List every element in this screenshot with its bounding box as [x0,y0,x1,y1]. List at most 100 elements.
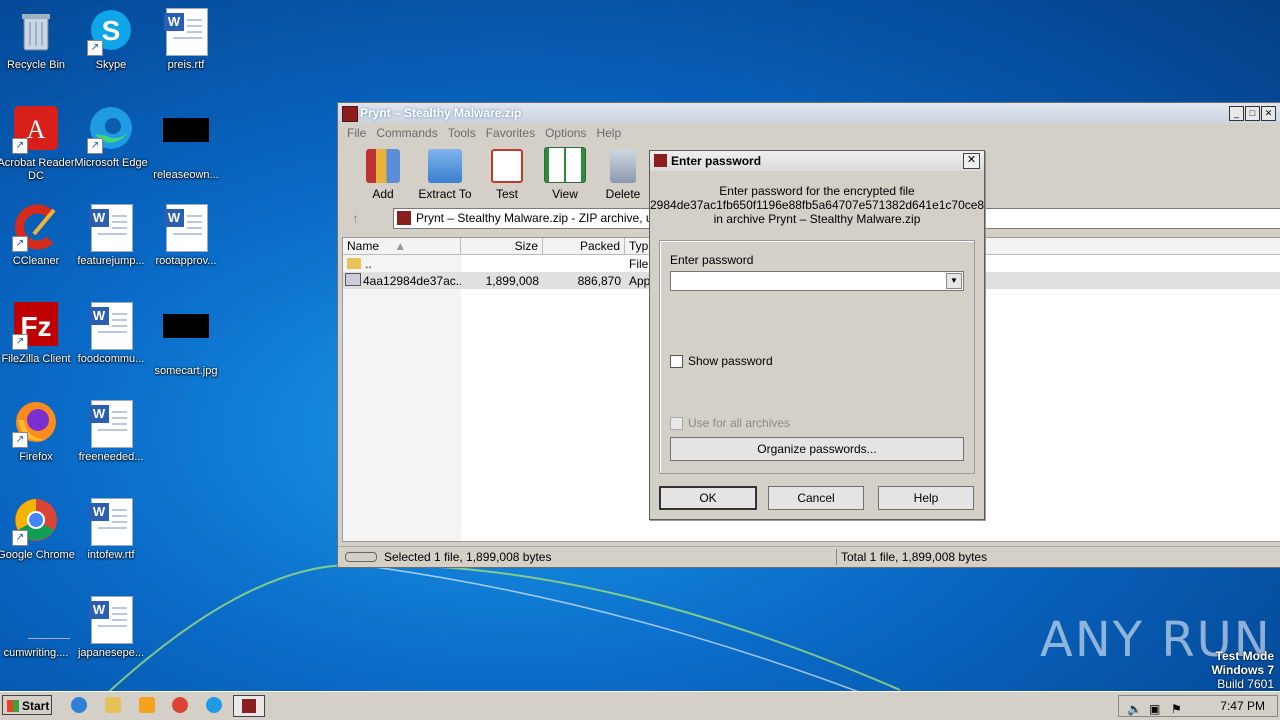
desktop-icon-cumwriting[interactable]: cumwriting.... [0,596,75,660]
archive-icon [397,211,411,225]
menu-file[interactable]: File [342,126,371,140]
row-name: .. [365,256,372,271]
menu-commands[interactable]: Commands [371,126,442,140]
desktop-icon-japanesepe[interactable]: W japanesepe... [72,596,150,660]
word-document-icon: W [87,596,135,644]
image-thumbnail-icon [162,314,210,362]
row-name: 4aa12984de37ac... [363,274,461,288]
desktop-icon-somecart[interactable]: somecart.jpg [147,302,225,378]
desktop-icon-label: preis.rtf [167,59,205,71]
clock[interactable]: 7:47 PM [1220,696,1265,716]
dialog-close-button[interactable]: ✕ [963,153,980,169]
menu-help[interactable]: Help [591,126,626,140]
shortcut-arrow-icon: ↗ [12,138,28,154]
row-size: 1,899,008 [485,273,539,288]
svg-text:S: S [102,15,121,46]
maximize-button[interactable]: □ [1245,106,1260,121]
watermark-line: Windows 7 [1211,663,1274,677]
menu-bar: File Commands Tools Favorites Options He… [338,123,1280,142]
shortcut-arrow-icon: ↗ [87,40,103,56]
test-button[interactable]: Test [478,149,536,204]
edge-taskbar-icon[interactable] [206,697,222,713]
desktop-icon-preis-rtf[interactable]: W preis.rtf [147,8,225,72]
flag-icon[interactable]: ⚑ [1171,699,1185,716]
windows-flag-icon [7,700,19,712]
explorer-folder-icon[interactable] [105,697,121,713]
acrobat-icon: A ↗ [12,106,60,154]
chrome-taskbar-icon[interactable] [172,697,188,713]
word-document-icon: W [87,302,135,350]
close-button[interactable]: ✕ [1261,106,1276,121]
watermark-line: Test Mode [1215,649,1274,663]
column-name[interactable]: Name ▲ [343,238,461,254]
password-dialog: Enter password ✕ Enter password for the … [649,150,985,520]
system-tray: 🔈 ▣ ⚑ 7:47 PM [1118,695,1278,717]
shortcut-arrow-icon: ↗ [12,530,28,546]
desktop-icon-releaseown[interactable]: releaseown... [147,106,225,182]
view-button[interactable]: View [536,147,594,204]
add-label: Add [372,187,394,201]
add-button[interactable]: Add [354,149,412,204]
word-document-icon: W [87,498,135,546]
shortcut-arrow-icon: ↗ [12,236,28,252]
desktop-icon-foodcommu[interactable]: W foodcommu... [72,302,150,366]
encrypted-file-name: 2984de37ac1fb650f1196e88fb5a64707e571382… [650,198,984,212]
winrar-taskbar-button[interactable] [233,695,265,717]
desktop-icon-ccleaner[interactable]: ↗ CCleaner [0,204,75,268]
desktop-icon-intofew[interactable]: W intofew.rtf [72,498,150,562]
media-player-icon[interactable] [139,697,155,713]
network-icon[interactable]: ▣ [1149,699,1163,716]
column-size[interactable]: Size [461,238,543,254]
message-line: in archive Prynt – Stealthy Malware.zip [713,212,921,226]
menu-options[interactable]: Options [540,126,591,140]
word-document-icon: W [162,204,210,252]
desktop-icon-label: releaseown... [153,169,219,181]
word-document-icon: W [87,204,135,252]
start-label: Start [22,699,50,713]
column-packed[interactable]: Packed [543,238,625,254]
desktop-icon-edge[interactable]: ↗ Microsoft Edge [72,106,150,170]
dropdown-arrow-icon[interactable]: ▼ [946,273,962,289]
menu-tools[interactable]: Tools [443,126,481,140]
chrome-icon: ↗ [12,498,60,546]
up-arrow-icon[interactable]: ↑ [352,210,359,226]
desktop-icon-label: CCleaner [12,255,60,267]
desktop-icon-firefox[interactable]: ↗ Firefox [0,400,75,464]
desktop-icon-filezilla[interactable]: Fz ↗ FileZilla Client [0,302,75,366]
desktop-icon-label: featurejump... [77,255,145,267]
help-button[interactable]: Help [878,486,974,510]
extract-to-button[interactable]: Extract To [412,149,478,204]
desktop-icon-freeneeded[interactable]: W freeneeded... [72,400,150,464]
checkbox-box[interactable] [670,354,683,368]
word-document-icon: W [87,400,135,448]
desktop-icon-featurejump[interactable]: W featurejump... [72,204,150,268]
desktop-icon-label: Firefox [19,451,53,463]
desktop-icon-skype[interactable]: S ↗ Skype [72,8,150,72]
password-input[interactable]: ▼ [670,271,964,291]
message-line: Enter password for the encrypted file [719,184,915,198]
delete-button[interactable]: Delete [594,149,652,204]
desktop-icon-label: rootapprov... [155,255,217,267]
password-group: Enter password ▼ Show password Use for a… [659,240,975,474]
volume-icon[interactable]: 🔈 [1127,699,1142,716]
show-password-checkbox[interactable]: Show password [670,354,773,368]
dialog-titlebar[interactable]: Enter password ✕ [650,151,984,171]
recycle-bin-icon [12,8,60,56]
skype-icon: S ↗ [87,8,135,56]
menu-favorites[interactable]: Favorites [481,126,540,140]
minimize-button[interactable]: _ [1229,106,1244,121]
desktop-icon-label: Skype [95,59,127,71]
desktop-icon-recycle-bin[interactable]: Recycle Bin [0,8,75,72]
desktop-icon-chrome[interactable]: ↗ Google Chrome [0,498,75,562]
folder-icon [428,149,462,183]
start-button[interactable]: Start [2,695,52,715]
organize-passwords-button[interactable]: Organize passwords... [670,437,964,461]
cancel-button[interactable]: Cancel [768,486,864,510]
ok-button[interactable]: OK [659,486,757,510]
desktop-icon-rootapprov[interactable]: W rootapprov... [147,204,225,268]
desktop-icon-acrobat[interactable]: A ↗ Acrobat Reader DC [0,106,75,183]
window-titlebar[interactable]: Prynt – Stealthy Malware.zip _ □ ✕ [338,103,1280,123]
desktop-icon-label: Google Chrome [0,549,75,561]
status-selected: Selected 1 file, 1,899,008 bytes [384,550,552,564]
internet-explorer-icon[interactable] [71,697,87,713]
